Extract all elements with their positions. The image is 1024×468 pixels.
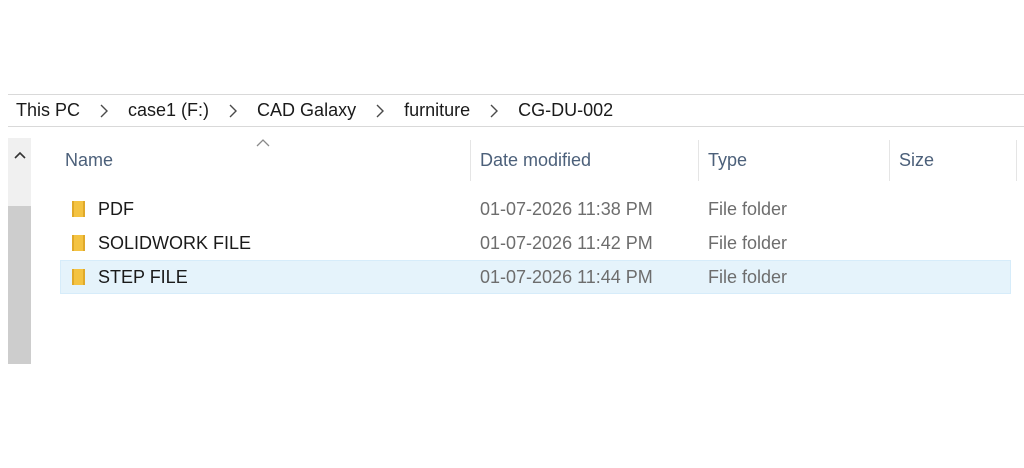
column-header-name[interactable]: Name — [65, 138, 465, 183]
file-row-solidwork[interactable]: SOLIDWORK FILE 01-07-2026 11:42 PM File … — [60, 226, 1011, 260]
vertical-scrollbar[interactable] — [8, 138, 31, 364]
file-name: PDF — [98, 198, 134, 219]
folder-icon — [72, 269, 85, 285]
breadcrumb-item-this-pc[interactable]: This PC — [16, 100, 80, 121]
breadcrumb-item-drive[interactable]: case1 (F:) — [128, 100, 209, 121]
column-divider[interactable] — [1016, 140, 1017, 181]
file-type: File folder — [708, 232, 788, 253]
column-header-type[interactable]: Type — [708, 138, 888, 183]
file-type: File folder — [708, 198, 788, 219]
breadcrumb-item-cad-galaxy[interactable]: CAD Galaxy — [257, 100, 356, 121]
breadcrumb: This PC case1 (F:) CAD Galaxy furniture … — [8, 94, 1024, 127]
column-header-row: Name Date modified Type Size — [50, 138, 1018, 183]
file-name: SOLIDWORK FILE — [98, 232, 252, 253]
file-date-modified: 01-07-2026 11:42 PM — [480, 232, 653, 253]
chevron-right-icon[interactable] — [370, 101, 390, 121]
column-divider[interactable] — [698, 140, 699, 181]
file-name: STEP FILE — [98, 266, 188, 287]
file-date-modified: 01-07-2026 11:44 PM — [480, 266, 653, 287]
breadcrumb-item-furniture[interactable]: furniture — [404, 100, 470, 121]
chevron-right-icon[interactable] — [94, 101, 114, 121]
column-divider[interactable] — [889, 140, 890, 181]
folder-icon — [72, 235, 85, 251]
folder-icon — [72, 201, 85, 217]
file-row-step-selected[interactable]: STEP FILE 01-07-2026 11:44 PM File folde… — [60, 260, 1011, 294]
chevron-right-icon[interactable] — [484, 101, 504, 121]
chevron-right-icon[interactable] — [223, 101, 243, 121]
column-header-size[interactable]: Size — [899, 138, 1009, 183]
chevron-up-icon[interactable] — [8, 138, 31, 172]
file-date-modified: 01-07-2026 11:38 PM — [480, 198, 653, 219]
column-header-date-modified[interactable]: Date modified — [480, 138, 695, 183]
scrollbar-thumb[interactable] — [8, 206, 31, 364]
file-type: File folder — [708, 266, 788, 287]
column-divider[interactable] — [470, 140, 471, 181]
breadcrumb-item-current-folder[interactable]: CG-DU-002 — [518, 100, 613, 121]
file-row-pdf[interactable]: PDF 01-07-2026 11:38 PM File folder — [60, 192, 1011, 226]
